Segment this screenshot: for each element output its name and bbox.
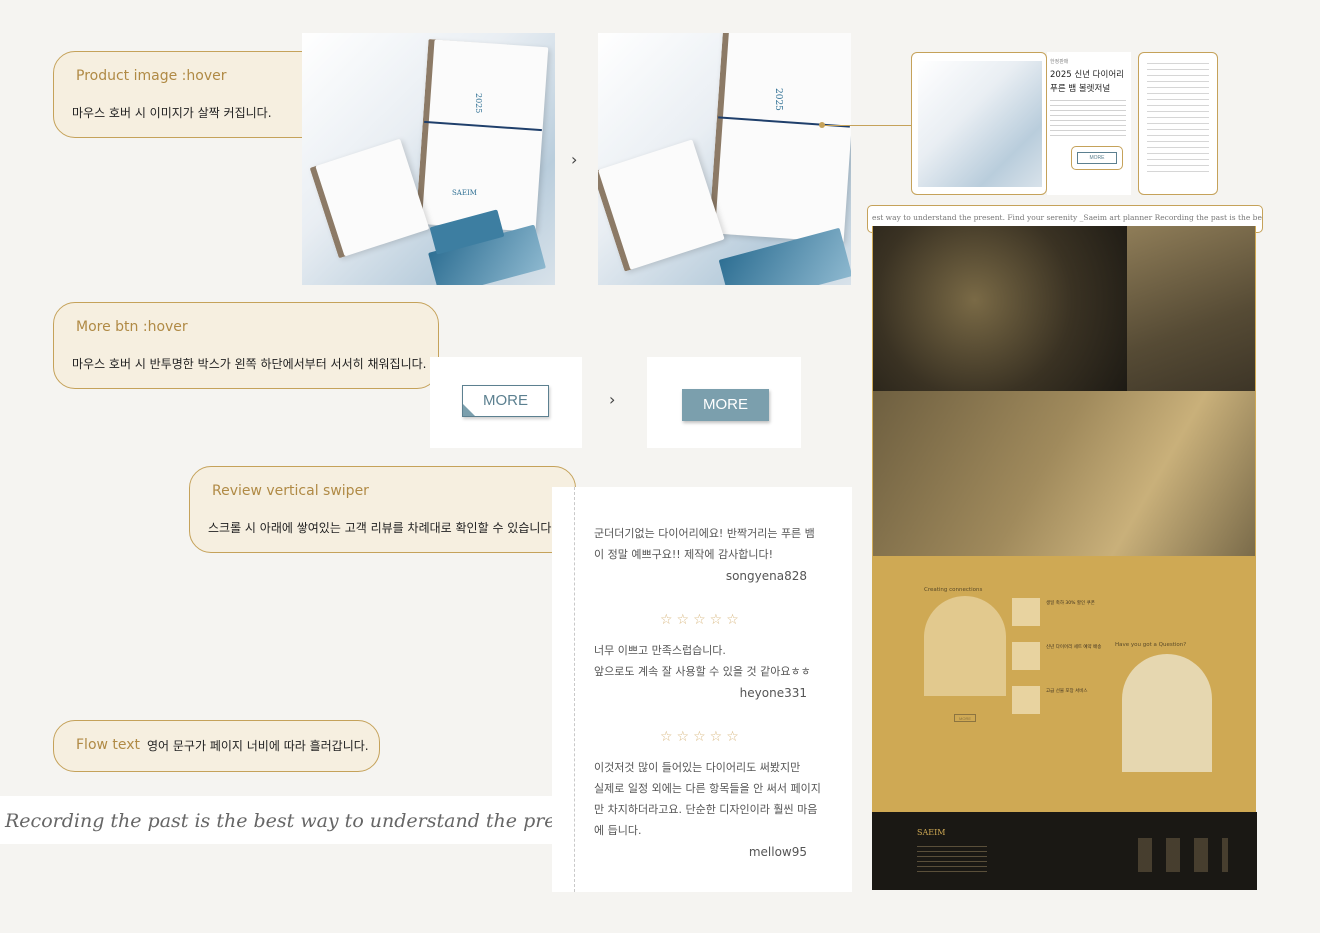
connector-line <box>822 125 914 126</box>
more-btn-hover-panel: MORE <box>647 357 801 448</box>
diary-brand-mark: SAEIM <box>452 189 477 197</box>
chevron-right-icon: › <box>571 150 578 169</box>
review-2-text: 너무 이쁘고 만족스럽습니다. 앞으로도 계속 잘 사용할 수 있을 것 같아요… <box>594 644 811 678</box>
mock-footer-links <box>1138 838 1228 872</box>
mock-eyebrow: 한정판매 <box>1050 59 1069 65</box>
more-button-hover[interactable]: MORE <box>682 389 769 421</box>
mock-event-more[interactable]: MORE <box>954 714 976 722</box>
flow-text-title: Flow text <box>76 737 141 753</box>
mock-event-list: 생일 축하 30% 할인 쿠폰 신년 다이어리 세트 예약 배송 고급 선물 포… <box>1012 598 1102 718</box>
more-hover-callout: More btn :hover 마우스 호버 시 반투명한 박스가 왼쪽 하단에… <box>53 302 439 389</box>
mock-hero-snake <box>873 226 1127 391</box>
more-hover-title: More btn :hover <box>76 319 188 335</box>
mock-arch-image <box>924 596 1006 696</box>
diary-main <box>415 39 549 232</box>
mock-product-thumb[interactable] <box>918 61 1042 187</box>
mock-question-image <box>1122 654 1212 772</box>
mock-event-3[interactable]: 고급 선물 포장 서비스 <box>1046 688 1088 694</box>
mock-title-1: 2025 신년 다이어리 <box>1050 70 1124 80</box>
mock-main-visual: Creating connections 생일 축하 30% 할인 쿠폰 신년 … <box>872 226 1256 812</box>
mock-section-label: Creating connections <box>924 587 983 593</box>
more-button-default[interactable]: MORE <box>462 385 549 417</box>
flow-text-callout: Flow text 영어 문구가 페이지 너비에 따라 흘러갑니다. <box>53 720 380 772</box>
connector-dot <box>819 122 825 128</box>
mock-hero-figure <box>1127 226 1255 391</box>
review-1-user: songyena828 <box>725 569 807 583</box>
mock-review-column <box>1138 52 1218 195</box>
mock-footer-info <box>917 846 987 872</box>
review-2-stars: ☆☆☆☆☆ <box>660 612 743 628</box>
mock-footer: SAEIM <box>872 812 1257 890</box>
mock-event-2[interactable]: 신년 다이어리 세트 예약 배송 <box>1046 644 1101 650</box>
flow-text-description: 영어 문구가 페이지 너비에 따라 흘러갑니다. <box>147 739 369 753</box>
review-divider <box>574 487 575 892</box>
product-image-default[interactable]: 2025 SAEIM <box>302 33 555 285</box>
review-3-stars: ☆☆☆☆☆ <box>660 729 743 745</box>
review-swiper-description: 스크롤 시 아래에 쌓여있는 고객 리뷰를 차례대로 확인할 수 있습니다. <box>208 521 556 535</box>
diary-year-mark-zoom: 2025 <box>773 88 783 111</box>
product-hover-title: Product image :hover <box>76 68 227 84</box>
diary-small <box>309 138 430 259</box>
mock-product-card <box>911 52 1047 195</box>
review-swiper-callout: Review vertical swiper 스크롤 시 아래에 쌓여있는 고객… <box>189 466 576 553</box>
chevron-right-icon: › <box>609 390 616 409</box>
diary-small-zoom <box>598 139 725 272</box>
mock-product-info: 한정판매 2025 신년 다이어리 푸른 뱀 볼렛저널 MORE <box>1047 52 1131 195</box>
more-button-fill-corner <box>463 404 475 416</box>
flow-text-marquee: Recording the past is the best way to un… <box>5 810 552 832</box>
mock-hero-still-life <box>873 391 1255 556</box>
diary-main-zoom <box>708 33 851 243</box>
review-3-text: 이것저것 많이 들어있는 다이어리도 써봤지만 실제로 일정 외에는 다른 항목… <box>594 761 821 837</box>
flow-text-strip: Recording the past is the best way to un… <box>0 796 552 844</box>
review-2-user: heyone331 <box>739 686 807 700</box>
product-hover-description: 마우스 호버 시 이미지가 살짝 커집니다. <box>72 106 272 120</box>
mock-marquee-text: est way to understand the present. Find … <box>872 213 1263 222</box>
more-hover-description: 마우스 호버 시 반투명한 박스가 왼쪽 하단에서부터 서서히 채워집니다. <box>72 357 427 371</box>
review-3-user: mellow95 <box>748 845 807 859</box>
product-image-hover[interactable]: 2025 <box>598 33 851 285</box>
more-btn-default-panel: MORE <box>430 357 582 448</box>
mock-desc-lines <box>1050 100 1126 136</box>
product-hover-callout: Product image :hover 마우스 호버 시 이미지가 살짝 커집… <box>53 51 342 138</box>
review-swiper-title: Review vertical swiper <box>212 483 369 499</box>
mock-question-label: Have you got a Question? <box>1115 642 1187 648</box>
mock-footer-logo: SAEIM <box>917 828 946 837</box>
review-1-text: 군더더기없는 다이어리에요! 반짝거리는 푸른 뱀 이 정말 예쁘구요!! 제작… <box>594 527 815 561</box>
diary-year-mark: 2025 <box>474 93 483 114</box>
review-swiper-panel[interactable]: 군더더기없는 다이어리에요! 반짝거리는 푸른 뱀 이 정말 예쁘구요!! 제작… <box>552 487 852 892</box>
mock-more-button[interactable]: MORE <box>1077 152 1117 164</box>
mock-event-1[interactable]: 생일 축하 30% 할인 쿠폰 <box>1046 600 1095 606</box>
mock-title-2: 푸른 뱀 볼렛저널 <box>1050 84 1111 94</box>
